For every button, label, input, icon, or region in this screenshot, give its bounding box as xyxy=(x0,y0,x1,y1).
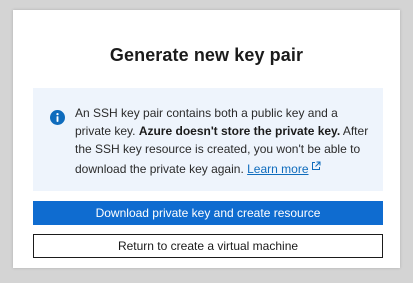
download-and-create-button[interactable]: Download private key and create resource xyxy=(33,201,383,225)
return-to-create-vm-button[interactable]: Return to create a virtual machine xyxy=(33,234,383,258)
info-message-bar: An SSH key pair contains both a public k… xyxy=(33,88,383,191)
info-text-bold: Azure doesn't store the private key. xyxy=(138,124,341,138)
info-icon xyxy=(50,110,65,125)
info-message-text: An SSH key pair contains both a public k… xyxy=(75,104,375,178)
external-link-icon xyxy=(311,158,321,170)
generate-key-pair-dialog: Generate new key pair An SSH key pair co… xyxy=(13,10,400,268)
dialog-title: Generate new key pair xyxy=(109,45,304,65)
learn-more-label: Learn more xyxy=(247,162,309,176)
learn-more-link[interactable]: Learn more xyxy=(247,161,320,176)
